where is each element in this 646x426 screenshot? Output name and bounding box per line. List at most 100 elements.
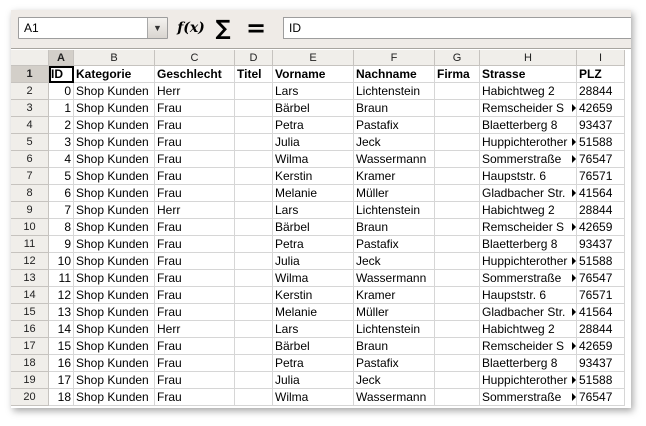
table-cell[interactable]: Shop Kunden xyxy=(74,372,155,389)
row-header[interactable]: 5 xyxy=(11,134,49,151)
table-cell[interactable] xyxy=(235,83,273,100)
table-cell[interactable]: Frau xyxy=(155,185,235,202)
table-cell[interactable]: Pastafix xyxy=(354,117,435,134)
table-cell[interactable]: 76547 xyxy=(577,389,625,406)
table-cell[interactable]: 42659 xyxy=(577,100,625,117)
table-cell[interactable]: Petra xyxy=(273,355,354,372)
table-cell[interactable] xyxy=(435,304,480,321)
table-cell[interactable]: Shop Kunden xyxy=(74,338,155,355)
table-cell[interactable]: Lichtenstein xyxy=(354,321,435,338)
chevron-down-icon[interactable]: ▼ xyxy=(147,18,167,38)
table-cell[interactable] xyxy=(435,389,480,406)
table-cell[interactable]: 41564 xyxy=(577,185,625,202)
table-cell[interactable]: Wilma xyxy=(273,270,354,287)
table-cell[interactable]: 14 xyxy=(49,321,74,338)
table-cell[interactable]: Kerstin xyxy=(273,168,354,185)
column-title-cell[interactable]: Titel xyxy=(235,66,273,83)
table-cell[interactable]: Shop Kunden xyxy=(74,185,155,202)
row-header[interactable]: 15 xyxy=(11,304,49,321)
table-cell[interactable]: Frau xyxy=(155,287,235,304)
table-cell[interactable]: Julia xyxy=(273,134,354,151)
table-cell[interactable]: Frau xyxy=(155,372,235,389)
table-cell[interactable] xyxy=(435,321,480,338)
table-cell[interactable] xyxy=(435,253,480,270)
column-title-cell[interactable]: Strasse xyxy=(480,66,577,83)
sum-icon[interactable]: ∑ xyxy=(212,16,234,40)
table-cell[interactable]: 4 xyxy=(49,151,74,168)
table-cell[interactable] xyxy=(435,134,480,151)
table-cell[interactable]: Pastafix xyxy=(354,355,435,372)
column-header-f[interactable]: F xyxy=(354,50,435,66)
table-cell[interactable]: Remscheider S xyxy=(480,100,577,117)
table-cell[interactable] xyxy=(235,236,273,253)
table-cell[interactable] xyxy=(235,100,273,117)
table-cell[interactable]: Kramer xyxy=(354,287,435,304)
table-cell[interactable] xyxy=(235,185,273,202)
table-cell[interactable]: 41564 xyxy=(577,304,625,321)
table-cell[interactable]: Frau xyxy=(155,270,235,287)
table-cell[interactable]: Sommerstraße xyxy=(480,389,577,406)
table-cell[interactable]: Bärbel xyxy=(273,100,354,117)
column-header-e[interactable]: E xyxy=(273,50,354,66)
table-cell[interactable]: Melanie xyxy=(273,185,354,202)
table-cell[interactable]: Frau xyxy=(155,134,235,151)
table-cell[interactable]: Jeck xyxy=(354,253,435,270)
table-cell[interactable]: Lichtenstein xyxy=(354,202,435,219)
row-header[interactable]: 2 xyxy=(11,83,49,100)
table-cell[interactable]: Melanie xyxy=(273,304,354,321)
column-header-h[interactable]: H xyxy=(480,50,577,66)
table-cell[interactable]: Shop Kunden xyxy=(74,355,155,372)
table-cell[interactable]: Huppichterother xyxy=(480,372,577,389)
table-cell[interactable]: Shop Kunden xyxy=(74,253,155,270)
table-cell[interactable] xyxy=(435,236,480,253)
table-cell[interactable]: Shop Kunden xyxy=(74,151,155,168)
table-cell[interactable]: Jeck xyxy=(354,372,435,389)
table-cell[interactable]: Kramer xyxy=(354,168,435,185)
row-header[interactable]: 18 xyxy=(11,355,49,372)
select-all-corner[interactable] xyxy=(11,50,49,66)
table-cell[interactable]: Wilma xyxy=(273,151,354,168)
column-title-cell[interactable]: Vorname xyxy=(273,66,354,83)
table-cell[interactable] xyxy=(435,338,480,355)
row-header[interactable]: 4 xyxy=(11,117,49,134)
table-cell[interactable] xyxy=(235,270,273,287)
table-cell[interactable]: Pastafix xyxy=(354,236,435,253)
table-cell[interactable] xyxy=(235,219,273,236)
row-header[interactable]: 13 xyxy=(11,270,49,287)
table-cell[interactable]: 28844 xyxy=(577,83,625,100)
column-title-cell[interactable]: ID xyxy=(49,66,74,83)
table-cell[interactable]: Sommerstraße xyxy=(480,151,577,168)
table-cell[interactable]: Remscheider S xyxy=(480,338,577,355)
table-cell[interactable]: 28844 xyxy=(577,202,625,219)
table-cell[interactable]: 42659 xyxy=(577,219,625,236)
table-cell[interactable]: Sommerstraße xyxy=(480,270,577,287)
table-cell[interactable]: Shop Kunden xyxy=(74,100,155,117)
table-cell[interactable]: 51588 xyxy=(577,372,625,389)
table-cell[interactable]: Frau xyxy=(155,389,235,406)
table-cell[interactable]: 11 xyxy=(49,270,74,287)
table-cell[interactable]: 1 xyxy=(49,100,74,117)
function-wizard-icon[interactable]: f(x) xyxy=(177,16,205,40)
table-cell[interactable]: Braun xyxy=(354,338,435,355)
table-cell[interactable]: 16 xyxy=(49,355,74,372)
table-cell[interactable]: Frau xyxy=(155,168,235,185)
row-header[interactable]: 7 xyxy=(11,168,49,185)
table-cell[interactable] xyxy=(235,338,273,355)
table-cell[interactable]: 42659 xyxy=(577,338,625,355)
table-cell[interactable]: Remscheider S xyxy=(480,219,577,236)
table-cell[interactable] xyxy=(235,355,273,372)
table-cell[interactable] xyxy=(435,83,480,100)
table-cell[interactable]: Lars xyxy=(273,202,354,219)
table-cell[interactable] xyxy=(235,168,273,185)
name-box[interactable]: A1 ▼ xyxy=(18,17,168,39)
name-box-value[interactable]: A1 xyxy=(24,21,39,35)
table-cell[interactable]: 8 xyxy=(49,219,74,236)
table-cell[interactable]: Shop Kunden xyxy=(74,83,155,100)
table-cell[interactable]: Frau xyxy=(155,304,235,321)
table-cell[interactable]: Herr xyxy=(155,202,235,219)
row-header[interactable]: 16 xyxy=(11,321,49,338)
table-cell[interactable]: Huppichterother xyxy=(480,253,577,270)
table-cell[interactable] xyxy=(435,355,480,372)
table-cell[interactable]: Frau xyxy=(155,151,235,168)
table-cell[interactable]: Frau xyxy=(155,355,235,372)
